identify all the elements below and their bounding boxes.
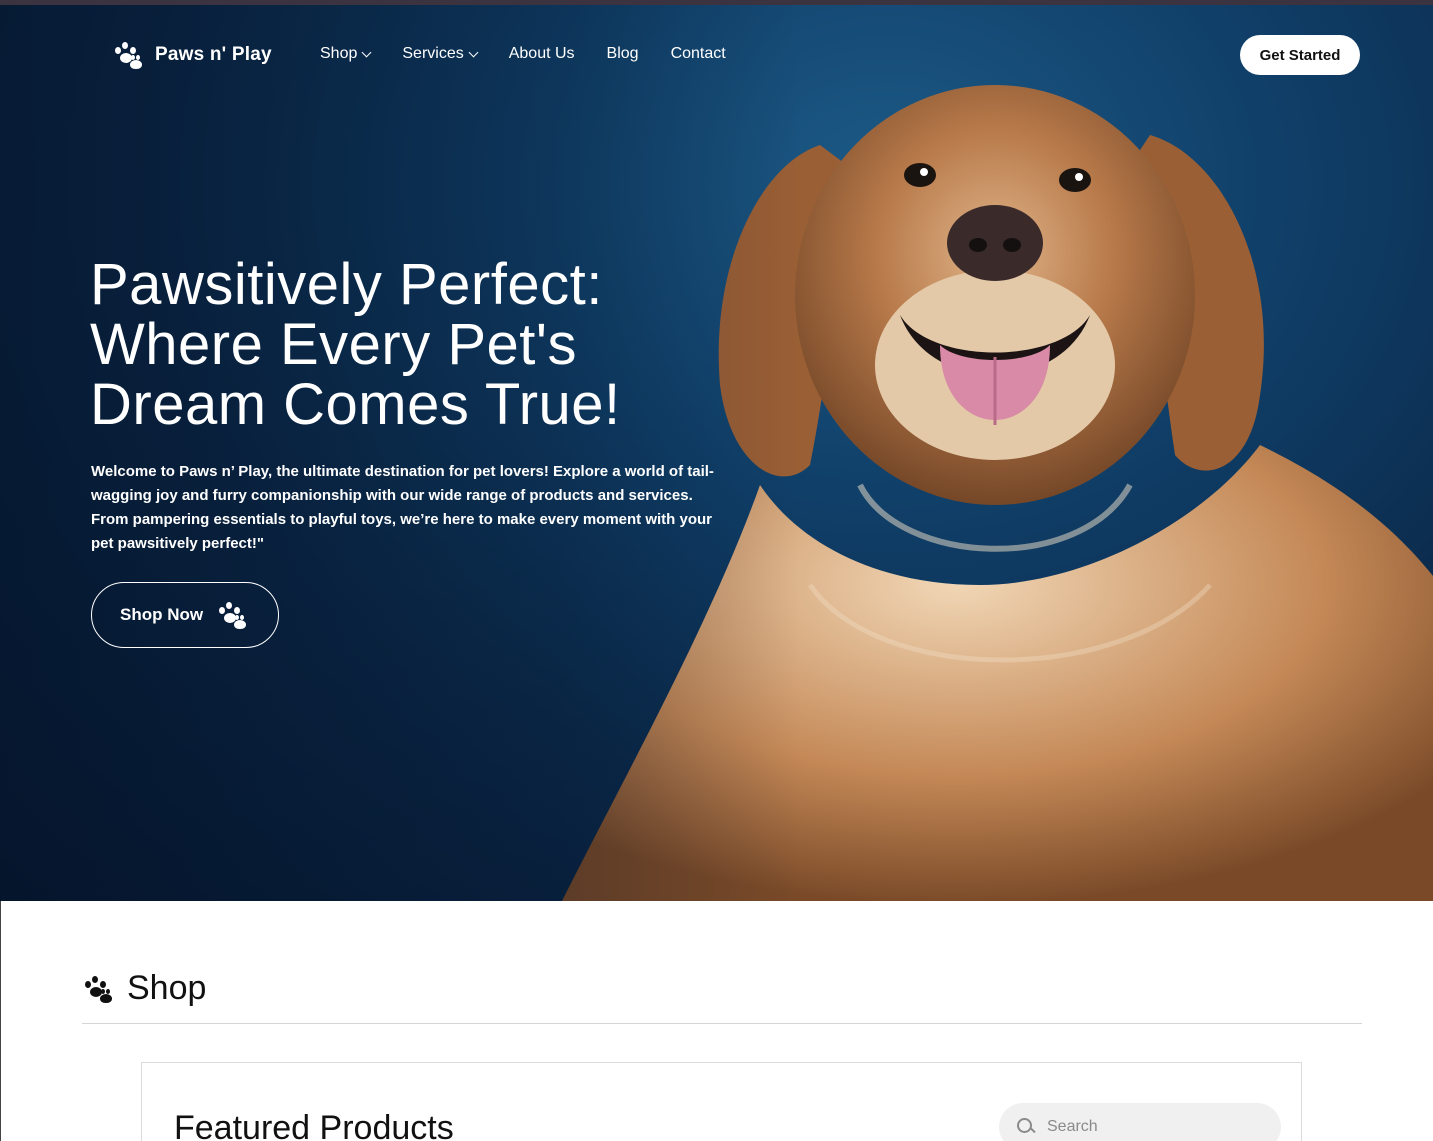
nav-item-about-us[interactable]: About Us: [509, 45, 575, 63]
search-box[interactable]: [999, 1103, 1281, 1141]
nav-item-label: About Us: [508, 45, 575, 62]
headline-line: Dream Comes True!: [90, 372, 621, 437]
search-icon: [1017, 1118, 1035, 1136]
hero-intro-text: Welcome to Paws n’ Play, the ultimate de…: [91, 463, 714, 552]
nav-item-shop[interactable]: Shop: [320, 45, 372, 63]
shop-now-label: Shop Now: [120, 605, 204, 624]
chevron-down-icon: [361, 47, 372, 57]
nav-menu: Shop Services About Us Blog Contact: [320, 45, 758, 63]
search-input[interactable]: [1047, 1118, 1247, 1136]
paw-icon: [113, 41, 143, 69]
nav-item-services[interactable]: Services: [402, 45, 479, 63]
hero-overlay: [0, 5, 800, 901]
brand-name: Paws n' Play: [155, 44, 272, 65]
featured-products-card: Featured Products: [141, 1062, 1302, 1141]
nav-item-blog[interactable]: Blog: [607, 45, 639, 63]
headline-line: Where Every Pet's: [90, 312, 577, 377]
main-navigation: Paws n' Play Shop Services About Us Blog…: [0, 5, 1433, 105]
hero-section: Paws n' Play Shop Services About Us Blog…: [0, 5, 1433, 901]
nav-item-label: Services: [402, 45, 464, 62]
nav-item-contact[interactable]: Contact: [671, 45, 726, 63]
shop-heading: Shop: [83, 969, 206, 1008]
hero-headline: Pawsitively Perfect: Where Every Pet's D…: [90, 255, 730, 435]
paw-icon: [83, 975, 113, 1003]
nav-item-label: Contact: [670, 45, 726, 62]
shop-title: Shop: [127, 969, 207, 1007]
shop-now-button[interactable]: Shop Now: [91, 582, 279, 648]
chevron-down-icon: [468, 47, 479, 57]
nav-item-label: Blog: [606, 45, 639, 62]
section-divider: [82, 1023, 1362, 1024]
nav-item-label: Shop: [320, 45, 358, 62]
brand-logo[interactable]: Paws n' Play: [113, 41, 272, 69]
get-started-button[interactable]: Get Started: [1240, 35, 1360, 75]
shop-section: Shop Featured Products: [0, 901, 1433, 1141]
featured-products-title: Featured Products: [174, 1109, 454, 1141]
headline-line: Pawsitively Perfect:: [90, 252, 603, 317]
paw-icon: [217, 601, 247, 629]
